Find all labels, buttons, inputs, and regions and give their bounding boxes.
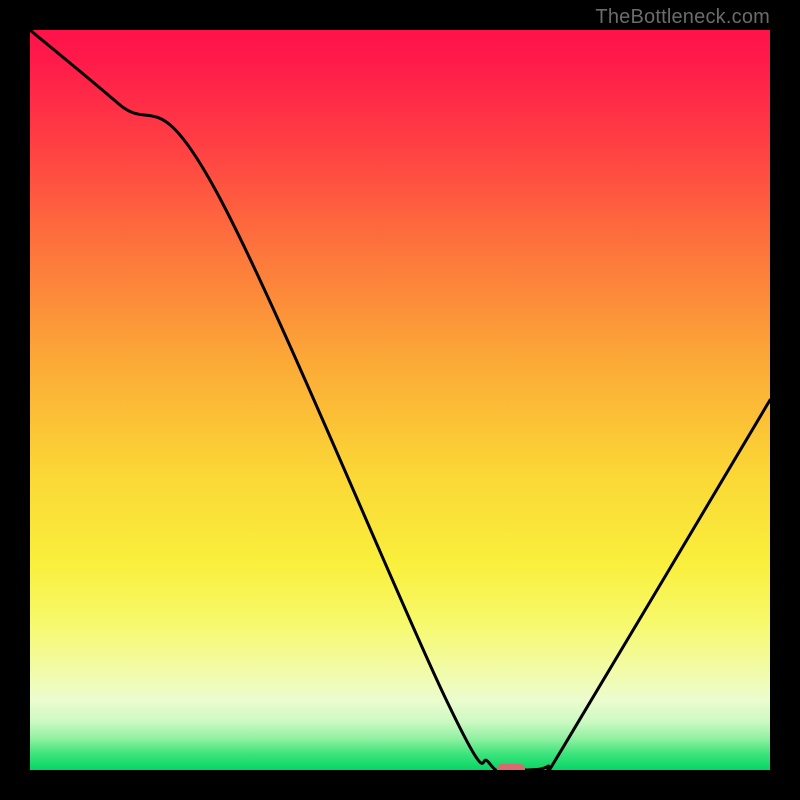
watermark-label: TheBottleneck.com <box>595 6 770 29</box>
bottleneck-chart <box>30 30 770 770</box>
plot-area <box>30 30 770 770</box>
chart-container: TheBottleneck.com <box>0 0 800 800</box>
gradient-background <box>30 30 770 770</box>
optimal-point-marker <box>497 764 525 770</box>
